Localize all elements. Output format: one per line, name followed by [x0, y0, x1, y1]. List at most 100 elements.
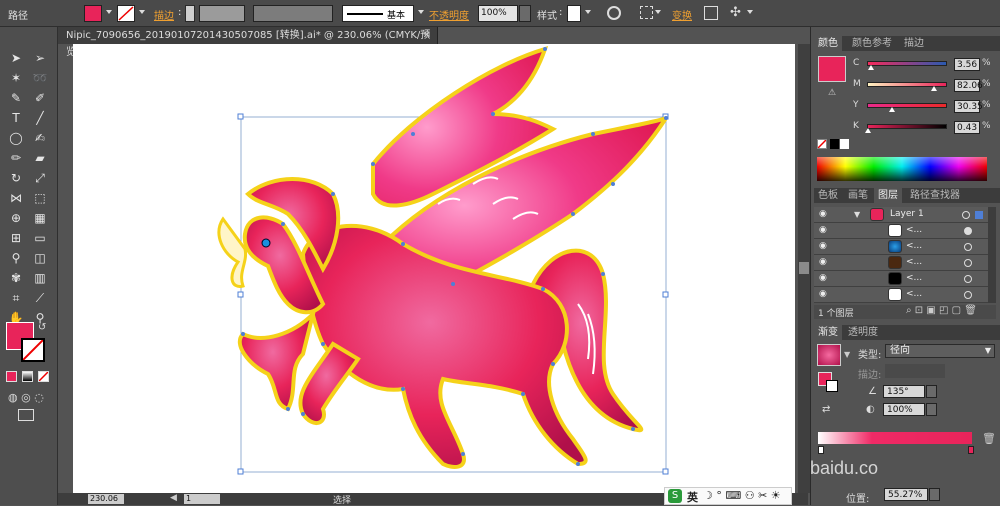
paintbrush-icon[interactable]: ✍: [30, 129, 50, 147]
delete-stop-icon[interactable]: 🗑: [982, 432, 996, 445]
none-mode-icon[interactable]: [38, 371, 49, 382]
sublayer-row[interactable]: ◉ <...: [814, 255, 996, 271]
white-swatch[interactable]: [840, 139, 849, 149]
none-swatch-icon[interactable]: [817, 139, 827, 149]
channel-slider-k[interactable]: [867, 124, 947, 129]
eye-icon[interactable]: ◉: [819, 210, 829, 219]
transform-link[interactable]: 变换: [672, 7, 692, 22]
ime-logo-icon[interactable]: S: [668, 489, 682, 503]
zoom-input[interactable]: 230.06: [88, 494, 124, 504]
eye-icon[interactable]: ◉: [819, 242, 829, 251]
stroke-weight-stepper[interactable]: [185, 5, 195, 22]
tab-transparency[interactable]: 透明度: [844, 325, 882, 340]
sublayer-name[interactable]: <...: [906, 273, 922, 283]
opacity-input[interactable]: 100%: [478, 5, 518, 22]
stroke-color-box[interactable]: [21, 338, 45, 362]
out-of-gamut-icon[interactable]: ⚠: [828, 88, 836, 98]
aspect-ratio-input[interactable]: 100%: [883, 403, 925, 416]
gradient-stop[interactable]: [818, 446, 824, 454]
black-swatch[interactable]: [830, 139, 839, 149]
target-icon[interactable]: [964, 259, 972, 267]
target-icon[interactable]: [962, 211, 970, 219]
eye-icon[interactable]: ◉: [819, 258, 829, 267]
channel-slider-y[interactable]: [867, 103, 947, 108]
pegasus-artwork[interactable]: [73, 44, 795, 493]
selection-tool-icon[interactable]: ➤: [6, 49, 26, 67]
tab-pathfinder[interactable]: 路径查找器: [906, 188, 964, 203]
swap-colors-icon[interactable]: ↺: [38, 322, 46, 333]
mesh-icon[interactable]: ⊞: [6, 229, 26, 247]
sublayer-row[interactable]: ◉ <...: [814, 287, 996, 303]
chevron-down-icon[interactable]: [418, 10, 424, 14]
pencil-icon[interactable]: ✏: [6, 149, 26, 167]
scale-icon[interactable]: ⤢: [30, 169, 50, 187]
tab-color-guide[interactable]: 颜色参考: [848, 36, 896, 51]
chevron-down-icon[interactable]: [139, 10, 145, 14]
location-input[interactable]: 55.27%: [884, 488, 928, 501]
screen-mode-icon[interactable]: [18, 409, 34, 421]
prev-artboard-icon[interactable]: ◀: [170, 493, 177, 503]
sublayer-row[interactable]: ◉ <...: [814, 223, 996, 239]
opacity-link[interactable]: 不透明度: [429, 7, 469, 22]
slice-icon[interactable]: ⟋: [30, 289, 50, 307]
channel-slider-c[interactable]: [867, 61, 947, 66]
artboard-tool-icon[interactable]: ⌗: [6, 289, 26, 307]
tab-brushes[interactable]: 画笔: [844, 188, 872, 203]
location-dropdown[interactable]: [929, 488, 940, 501]
sublayer-row[interactable]: ◉ <...: [814, 239, 996, 255]
selection-indicator[interactable]: [975, 211, 983, 219]
chevron-down-icon[interactable]: ▼: [844, 350, 850, 359]
layer-name[interactable]: Layer 1: [890, 209, 924, 219]
chevron-down-icon[interactable]: [655, 10, 661, 14]
chevron-down-icon[interactable]: [585, 10, 591, 14]
scrollbar-thumb[interactable]: [799, 262, 809, 274]
tab-gradient[interactable]: 渐变: [814, 325, 842, 340]
gradient-stop[interactable]: [968, 446, 974, 454]
reverse-gradient-icon[interactable]: ⇄: [822, 404, 830, 415]
eye-icon[interactable]: ◉: [819, 274, 829, 283]
opacity-dropdown[interactable]: [519, 5, 531, 22]
gradient-slider[interactable]: [818, 432, 972, 444]
width-tool-icon[interactable]: ⋈: [6, 189, 26, 207]
stroke-link[interactable]: 描边: [154, 7, 174, 22]
eraser-icon[interactable]: ▰: [30, 149, 50, 167]
align-icon[interactable]: [640, 6, 653, 19]
eye-icon[interactable]: ◉: [819, 226, 829, 235]
rotate-icon[interactable]: ↻: [6, 169, 26, 187]
curvature-tool-icon[interactable]: ✐: [30, 89, 50, 107]
angle-dropdown[interactable]: [926, 385, 937, 398]
lasso-icon[interactable]: ➿: [30, 69, 50, 87]
channel-value-m[interactable]: 82.06: [954, 79, 983, 92]
brush-definition-select[interactable]: 基本: [342, 5, 414, 22]
variable-width-profile[interactable]: [253, 5, 333, 22]
ellipse-tool-icon[interactable]: ◯: [6, 129, 26, 147]
eye-icon[interactable]: ◉: [819, 290, 829, 299]
tab-layers[interactable]: 图层: [874, 188, 902, 203]
symbol-sprayer-icon[interactable]: ✾: [6, 269, 26, 287]
color-spectrum[interactable]: [817, 157, 987, 181]
sublayer-name[interactable]: <...: [906, 241, 922, 251]
aspect-dropdown[interactable]: [926, 403, 937, 416]
artboard[interactable]: [73, 44, 795, 493]
stroke-weight-input[interactable]: [199, 5, 245, 22]
fill-swatch[interactable]: [84, 5, 102, 22]
sublayer-name[interactable]: <...: [906, 257, 922, 267]
channel-value-c[interactable]: 3.56: [954, 58, 980, 71]
color-panel-fill-swatch[interactable]: [818, 56, 846, 82]
pen-tool-icon[interactable]: ✎: [6, 89, 26, 107]
layer-actions-icons[interactable]: ⌕ ⊡ ▣ ◰ ▢ 🗑: [906, 305, 977, 316]
isolate-icon[interactable]: [704, 6, 718, 20]
sublayer-name[interactable]: <...: [906, 289, 922, 299]
ime-tools-icons[interactable]: ☽ ° ⌨ ⚇ ✂ ☀: [703, 489, 781, 502]
gradient-stroke-swatch[interactable]: [826, 380, 838, 392]
chevron-down-icon[interactable]: [106, 10, 112, 14]
gradient-mode-icon[interactable]: [22, 371, 33, 382]
layers-scrollbar[interactable]: [988, 207, 996, 303]
tab-color[interactable]: 颜色: [814, 36, 842, 51]
target-icon[interactable]: [964, 227, 972, 235]
sublayer-row[interactable]: ◉ <...: [814, 271, 996, 287]
shape-builder-icon[interactable]: ⊕: [6, 209, 26, 227]
chevron-down-icon[interactable]: ▼: [854, 210, 860, 219]
line-tool-icon[interactable]: ╱: [30, 109, 50, 127]
channel-value-y[interactable]: 30.35: [954, 100, 983, 113]
